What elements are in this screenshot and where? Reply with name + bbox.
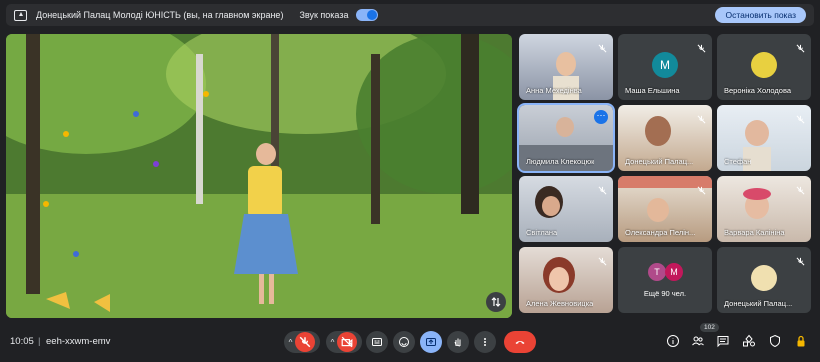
more-options-icon[interactable]: ⋯ [594, 110, 608, 124]
top-bar: Донецький Палац Молоді ЮНІСТЬ (вы, на гл… [0, 0, 820, 30]
chevron-up-icon: ^ [288, 337, 293, 347]
participant-tile[interactable]: ⋯ Людмила Клекоцюк [517, 103, 615, 173]
presentation-title: Донецький Палац Молоді ЮНІСТЬ (вы, на гл… [36, 10, 284, 20]
participant-name: Вероніка Холодова [724, 86, 792, 95]
participant-tile[interactable]: Варвара Калініна [717, 176, 811, 242]
participant-name: Донецький Палац... [724, 299, 793, 308]
info-icon[interactable] [666, 334, 680, 348]
chevron-up-icon: ^ [330, 337, 335, 347]
mic-off-icon [697, 182, 706, 195]
presentation-sound-label: Звук показа [299, 10, 349, 20]
activities-icon[interactable] [742, 334, 756, 348]
participant-tile[interactable]: Донецький Палац... [618, 105, 712, 171]
captions-button[interactable] [366, 331, 388, 353]
participant-name: Олександра Пелін... [625, 228, 696, 237]
mic-off-icon [796, 40, 805, 53]
divider: | [38, 336, 41, 347]
present-screen-icon [14, 9, 27, 21]
hand-icon [454, 338, 461, 347]
meeting-code: eeh-xxwm-emv [46, 336, 111, 347]
more-options-button[interactable] [474, 331, 496, 353]
host-controls-icon[interactable] [768, 334, 782, 348]
mic-off-icon [697, 111, 706, 124]
present-icon [426, 338, 436, 346]
participant-grid: Анна Мехедінва M Маша Ельшина Вероніка Х… [517, 34, 815, 318]
present-now-button[interactable] [420, 331, 442, 353]
participant-tile[interactable]: Вероніка Холодова [717, 34, 811, 100]
stop-presenting-button[interactable]: Остановить показ [715, 7, 806, 23]
swap-icon [491, 297, 501, 307]
scene-image [6, 34, 512, 318]
avatar: T [648, 263, 666, 281]
participant-name: Стефан [724, 157, 752, 166]
mic-off-icon [598, 40, 607, 53]
participant-name: Алена Жевновицка [526, 299, 594, 308]
camera-button[interactable]: ^ [326, 331, 362, 353]
mic-off-icon [295, 332, 316, 352]
people-icon[interactable] [691, 334, 705, 348]
mic-off-icon [697, 40, 706, 53]
participant-name: Донецький Палац... [625, 157, 694, 166]
participant-tile[interactable]: Анна Мехедінва [519, 34, 613, 100]
more-participants-tile[interactable]: T M Ещё 90 чел. [618, 247, 712, 313]
swap-layout-button[interactable] [486, 292, 506, 312]
more-vert-icon [484, 338, 486, 346]
captions-icon [372, 338, 382, 346]
mic-off-icon [598, 253, 607, 266]
participant-tile[interactable]: Олександра Пелін... [618, 176, 712, 242]
mic-off-icon [796, 182, 805, 195]
avatar [751, 52, 777, 78]
more-participants-label: Ещё 90 чел. [643, 289, 687, 298]
avatar [751, 265, 777, 291]
participant-tile[interactable]: Донецький Палац... [717, 247, 811, 313]
emoji-button[interactable] [393, 331, 415, 353]
chat-icon[interactable] [716, 334, 730, 348]
participant-name: Маша Ельшина [625, 86, 680, 95]
participant-name: Варвара Калініна [724, 228, 785, 237]
mic-off-icon [598, 182, 607, 195]
mic-off-icon [796, 111, 805, 124]
avatar: M [652, 52, 678, 78]
participant-tile[interactable]: Стефан [717, 105, 811, 171]
leave-call-button[interactable] [504, 331, 536, 353]
control-bar: 10:05 | eeh-xxwm-emv ^ ^ 102 [0, 322, 820, 362]
mic-button[interactable]: ^ [284, 331, 320, 353]
lock-icon[interactable] [794, 334, 808, 348]
avatar: M [665, 263, 683, 281]
presented-video [6, 34, 512, 318]
presentation-banner: Донецький Палац Молоді ЮНІСТЬ (вы, на гл… [6, 4, 814, 26]
participant-tile[interactable]: Алена Жевновицка [519, 247, 613, 313]
participant-tile[interactable]: M Маша Ельшина [618, 34, 712, 100]
participant-name: Людмила Клекоцюк [526, 157, 595, 166]
people-count-badge: 102 [700, 323, 719, 332]
camera-off-icon [337, 332, 358, 352]
participant-name: Світлана [526, 228, 558, 237]
raise-hand-button[interactable] [447, 331, 469, 353]
mic-off-icon [796, 253, 805, 266]
participant-tile[interactable]: Світлана [519, 176, 613, 242]
presentation-sound-toggle[interactable] [356, 9, 379, 21]
hang-up-icon [515, 341, 525, 344]
meeting-time: 10:05 [10, 336, 34, 347]
participant-name: Анна Мехедінва [526, 86, 582, 95]
emoji-icon [399, 337, 409, 347]
